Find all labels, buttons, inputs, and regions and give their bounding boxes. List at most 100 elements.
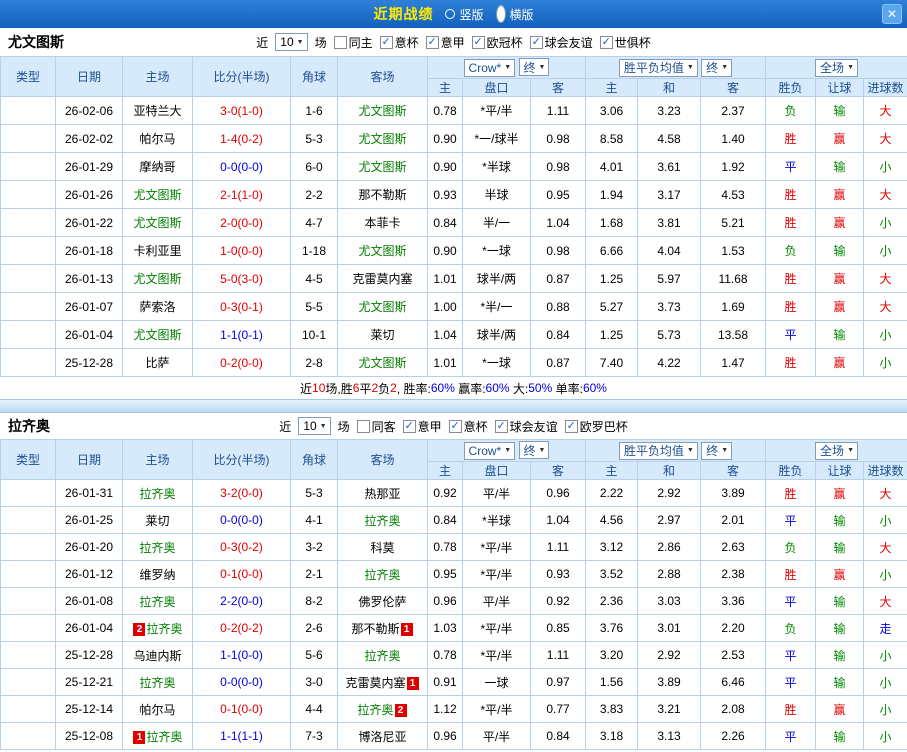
team-name[interactable]: 尤文图斯: [133, 188, 181, 202]
filter-checkbox-label: 意甲: [440, 35, 465, 50]
team-name[interactable]: 拉齐奥: [139, 487, 175, 501]
summary-text: 10: [312, 381, 326, 395]
filter-checkbox[interactable]: ✓ 世俱杯: [599, 34, 651, 51]
checkbox-unchecked-icon[interactable]: [333, 35, 347, 49]
team-name[interactable]: 拉齐奥: [364, 514, 400, 528]
horizontal-layout-radio[interactable]: 横版: [495, 5, 534, 23]
recent-count-select[interactable]: 10 ▼: [298, 417, 331, 435]
team-name[interactable]: 比萨: [145, 356, 169, 370]
home-team-cell: 比萨: [122, 348, 193, 377]
team-name[interactable]: 维罗纳: [139, 568, 175, 582]
avg-odds-select[interactable]: 胜平负均值 ▼: [618, 441, 698, 460]
team-name[interactable]: 莱切: [145, 514, 169, 528]
recent-count-select[interactable]: 10 ▼: [275, 33, 308, 51]
result-handicap: 赢: [815, 124, 865, 153]
filter-checkbox[interactable]: ✓ 意杯: [379, 34, 419, 51]
team-name[interactable]: 拉齐奥: [146, 622, 182, 636]
checkbox-checked-icon[interactable]: ✓: [379, 35, 393, 49]
team-name[interactable]: 莱切: [370, 328, 394, 342]
team-name[interactable]: 尤文图斯: [133, 328, 181, 342]
checkbox-checked-icon[interactable]: ✓: [471, 35, 485, 49]
team-name[interactable]: 本菲卡: [364, 216, 400, 230]
filter-checkbox[interactable]: 同客: [356, 418, 396, 435]
corners: 3-2: [290, 533, 338, 561]
close-button[interactable]: ✕: [882, 4, 902, 24]
final-select[interactable]: 终 ▼: [518, 441, 550, 460]
team-name[interactable]: 尤文图斯: [358, 356, 406, 370]
checkbox-checked-icon[interactable]: ✓: [402, 419, 416, 433]
checkbox-checked-icon[interactable]: ✓: [529, 35, 543, 49]
team-name[interactable]: 尤文图斯: [358, 244, 406, 258]
team-name[interactable]: 佛罗伦萨: [358, 595, 406, 609]
result-goals: 大: [863, 264, 907, 293]
filter-checkbox[interactable]: ✓ 球会友谊: [494, 418, 558, 435]
team-name[interactable]: 克雷莫内塞: [352, 272, 412, 286]
result-outcome: 平: [765, 506, 817, 534]
filter-checkbox[interactable]: ✓ 意杯: [448, 418, 488, 435]
bookmaker-select[interactable]: Crow* ▼: [463, 58, 516, 77]
team-name[interactable]: 尤文图斯: [358, 104, 406, 118]
filter-checkbox[interactable]: ✓ 欧冠杯: [471, 34, 523, 51]
team-name[interactable]: 科莫: [370, 541, 394, 555]
section-divider: [0, 399, 907, 413]
team-name[interactable]: 尤文图斯: [358, 132, 406, 146]
final-select[interactable]: 终 ▼: [518, 58, 550, 77]
summary-text: 大:: [509, 381, 529, 396]
match-date: 26-01-22: [55, 208, 123, 237]
team-name[interactable]: 乌迪内斯: [133, 649, 181, 663]
scope-select[interactable]: 全场 ▼: [815, 441, 858, 460]
team-name[interactable]: 拉齐奥: [146, 730, 182, 744]
filter-checkbox[interactable]: ✓ 意甲: [425, 34, 465, 51]
corners: 4-1: [290, 506, 338, 534]
league-badge: 意甲: [0, 668, 56, 696]
team-name[interactable]: 拉齐奥: [139, 595, 175, 609]
checkbox-checked-icon[interactable]: ✓: [564, 419, 578, 433]
team-name[interactable]: 帕尔马: [139, 132, 175, 146]
col-handicap-line: 盘口: [462, 461, 531, 480]
checkbox-unchecked-icon[interactable]: [356, 419, 370, 433]
match-date: 25-12-28: [55, 348, 123, 377]
filter-checkbox[interactable]: 同主: [333, 34, 373, 51]
team-name[interactable]: 拉齐奥: [364, 649, 400, 663]
team-name[interactable]: 帕尔马: [139, 703, 175, 717]
team-name[interactable]: 热那亚: [364, 487, 400, 501]
team-name[interactable]: 卡利亚里: [133, 244, 181, 258]
team-name[interactable]: 尤文图斯: [358, 160, 406, 174]
checkbox-checked-icon[interactable]: ✓: [448, 419, 462, 433]
final-select[interactable]: 终 ▼: [701, 441, 733, 460]
away-team-cell: 博洛尼亚: [337, 722, 428, 750]
avg-odds-select[interactable]: 胜平负均值 ▼: [618, 58, 698, 77]
team-name[interactable]: 尤文图斯: [133, 272, 181, 286]
match-row: 意甲 25-12-21 拉齐奥 0-0(0-0) 3-0 克雷莫内塞 1 0.91 一球 0.97…: [0, 668, 907, 696]
col-corner: 角球: [290, 56, 338, 97]
team-name[interactable]: 那不勒斯: [358, 188, 406, 202]
team-name[interactable]: 拉齐奥: [364, 568, 400, 582]
filter-checkbox[interactable]: ✓ 球会友谊: [529, 34, 593, 51]
team-name[interactable]: 拉齐奥: [139, 541, 175, 555]
radio-unselected-icon[interactable]: [445, 9, 456, 19]
team-name[interactable]: 拉齐奥: [357, 703, 393, 717]
team-name[interactable]: 亚特兰大: [133, 104, 181, 118]
team-name[interactable]: 萨索洛: [139, 300, 175, 314]
team-name[interactable]: 克雷莫内塞: [345, 676, 405, 690]
team-name[interactable]: 摩纳哥: [139, 160, 175, 174]
odds-draw: 2.92: [637, 641, 701, 669]
team-name[interactable]: 拉齐奥: [139, 676, 175, 690]
team-name[interactable]: 那不勒斯: [351, 622, 399, 636]
scope-select[interactable]: 全场 ▼: [815, 58, 858, 77]
final-select[interactable]: 终 ▼: [701, 58, 733, 77]
score: 2-1(1-0): [192, 180, 291, 209]
checkbox-checked-icon[interactable]: ✓: [599, 35, 613, 49]
checkbox-checked-icon[interactable]: ✓: [494, 419, 508, 433]
odds-draw: 5.97: [637, 264, 701, 293]
filter-checkbox[interactable]: ✓ 意甲: [402, 418, 442, 435]
checkbox-checked-icon[interactable]: ✓: [425, 35, 439, 49]
vertical-layout-radio[interactable]: 竖版: [445, 6, 484, 23]
filter-checkbox[interactable]: ✓ 欧罗巴杯: [564, 418, 628, 435]
team-name[interactable]: 尤文图斯: [358, 300, 406, 314]
team-name[interactable]: 博洛尼亚: [358, 730, 406, 744]
radio-selected-icon[interactable]: [495, 5, 506, 23]
bookmaker-select[interactable]: Crow* ▼: [463, 441, 516, 460]
odds-draw: 3.13: [637, 722, 701, 750]
team-name[interactable]: 尤文图斯: [133, 216, 181, 230]
